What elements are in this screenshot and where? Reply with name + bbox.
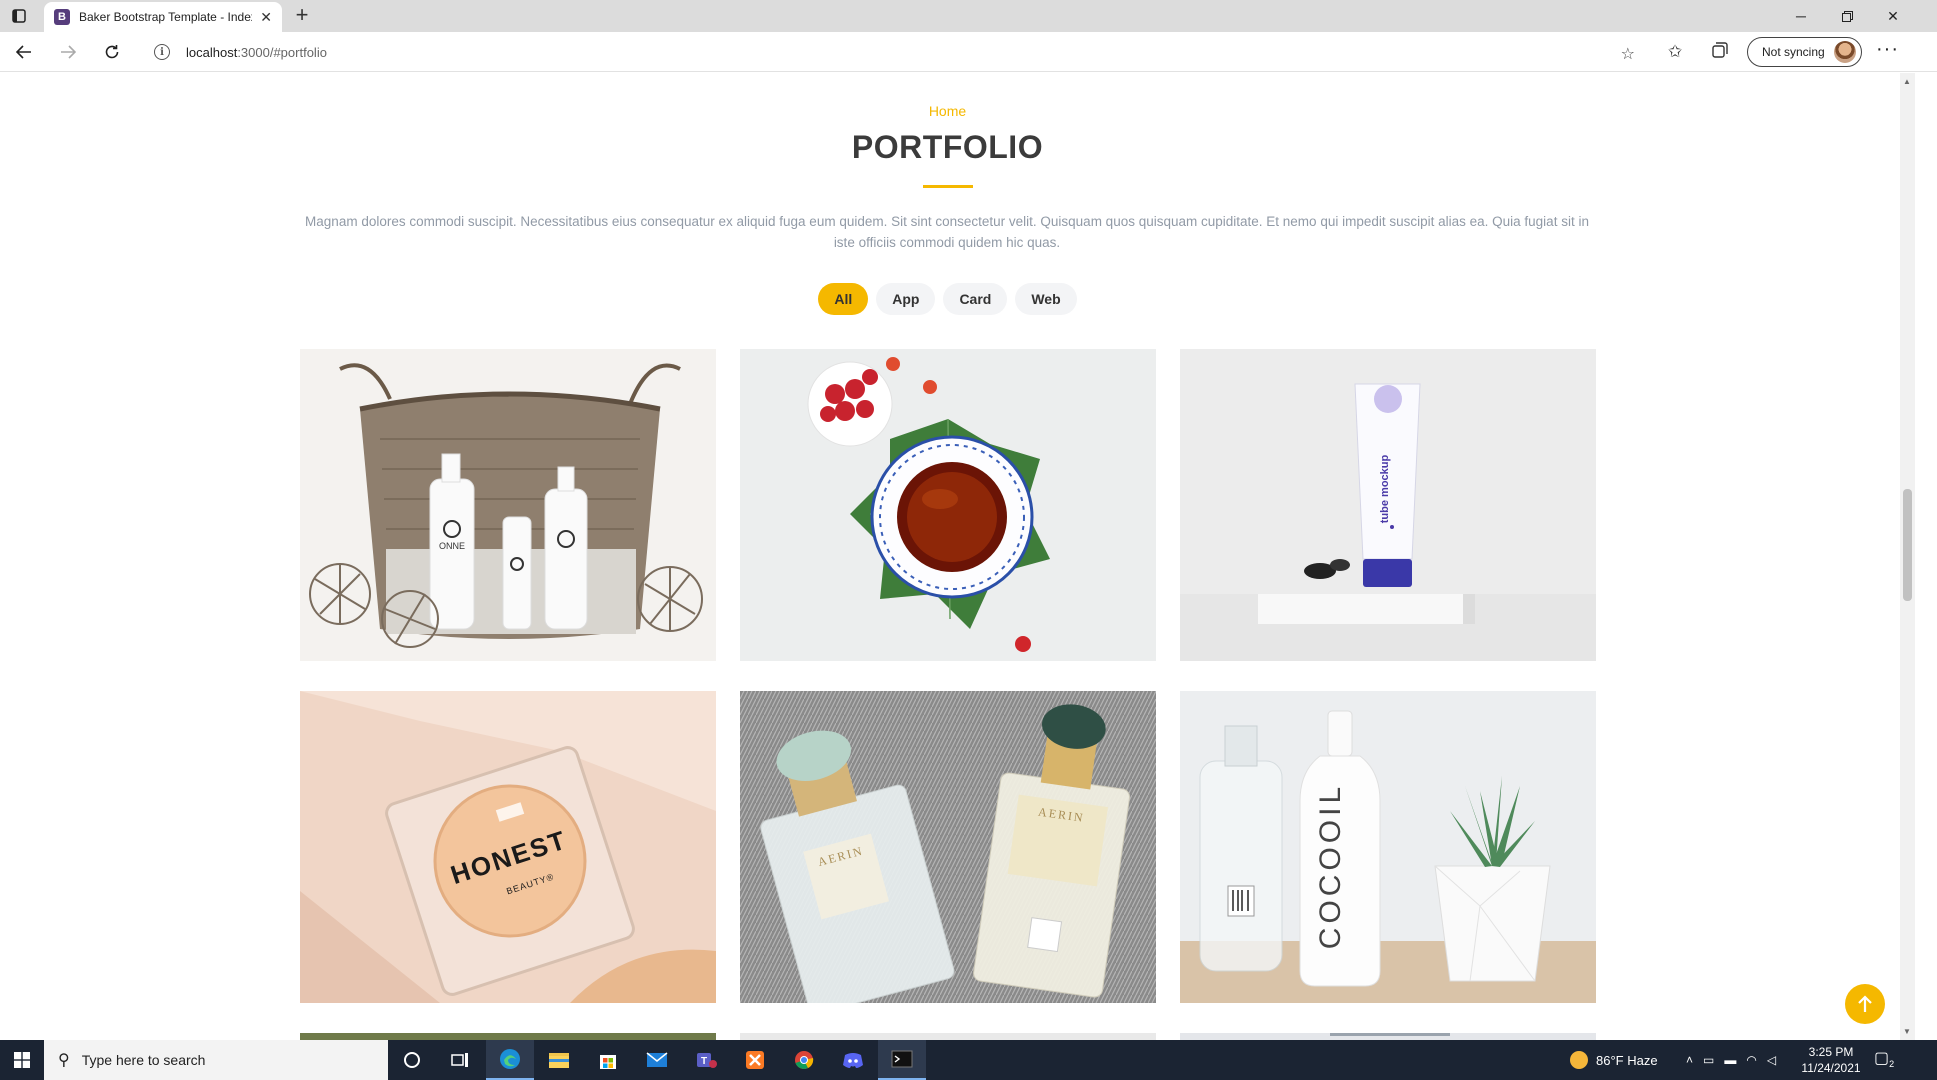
clock-date: 11/24/2021 xyxy=(1801,1061,1861,1075)
taskbar-search[interactable]: ⚲ Type here to search xyxy=(44,1040,388,1080)
meet-now-icon[interactable]: ▭ xyxy=(1703,1053,1714,1067)
notification-count: 2 xyxy=(1889,1059,1895,1070)
cortana-icon[interactable] xyxy=(388,1040,436,1080)
terminal-icon[interactable] xyxy=(878,1040,926,1080)
system-tray: ˄ ▭ ▬ ◠ ◁ xyxy=(1686,1040,1776,1080)
back-to-top-button[interactable] xyxy=(1845,984,1885,1024)
collections-icon[interactable] xyxy=(1712,42,1728,63)
portfolio-item-honest[interactable]: HONEST BEAUTY® xyxy=(300,691,716,1003)
tab-strip: B Baker Bootstrap Template - Index ✕ + ─… xyxy=(0,0,1937,32)
edge-app-icon[interactable] xyxy=(486,1040,534,1080)
clock-time: 3:25 PM xyxy=(1808,1045,1854,1059)
title-underline xyxy=(923,185,973,188)
portfolio-item-tube[interactable]: tube mockup xyxy=(1180,349,1596,661)
basket-image: ONNE xyxy=(300,349,716,661)
filter-all[interactable]: All xyxy=(818,283,869,315)
more-options-icon[interactable]: ··· xyxy=(1876,38,1899,61)
portfolio-filters: All App Card Web xyxy=(0,283,1895,315)
filter-web[interactable]: Web xyxy=(1015,283,1077,315)
start-button[interactable] xyxy=(0,1040,44,1080)
add-favorite-icon[interactable]: ☆ xyxy=(1621,44,1635,64)
back-button[interactable] xyxy=(10,39,38,65)
search-placeholder: Type here to search xyxy=(81,1052,206,1068)
teams-icon[interactable]: T xyxy=(682,1040,730,1080)
notification-center-icon[interactable]: ▢2 xyxy=(1874,1048,1894,1069)
windows-logo-icon xyxy=(14,1052,30,1068)
tab-title: Baker Bootstrap Template - Index xyxy=(79,10,253,24)
profile-sync-button[interactable]: Not syncing xyxy=(1747,37,1862,67)
page-scrollbar[interactable]: ▲ ▼ xyxy=(1900,73,1915,1040)
close-window-button[interactable]: ✕ xyxy=(1871,0,1915,32)
new-tab-button[interactable]: + xyxy=(290,4,314,28)
breadcrumb[interactable]: Home xyxy=(0,103,1895,119)
arrow-up-icon xyxy=(1858,995,1872,1012)
page-viewport: Home PORTFOLIO Magnam dolores commodi su… xyxy=(0,73,1900,1040)
forward-button[interactable] xyxy=(54,39,82,65)
battery-icon[interactable]: ▬ xyxy=(1724,1053,1736,1067)
cocooil-image: COCOOIL xyxy=(1180,691,1596,1003)
address-bar[interactable]: i localhost:3000/#portfolio ☆ xyxy=(142,36,1647,68)
portfolio-item-basket[interactable]: ONNE xyxy=(300,349,716,661)
section-description: Magnam dolores commodi suscipit. Necessi… xyxy=(305,214,1589,250)
svg-text:COCOOIL: COCOOIL xyxy=(1314,783,1347,949)
sync-label: Not syncing xyxy=(1762,45,1825,59)
weather-widget[interactable]: 86°F Haze xyxy=(1570,1040,1658,1080)
portfolio-item-partial[interactable] xyxy=(740,1033,1156,1040)
portfolio-item-partial[interactable] xyxy=(1180,1033,1596,1040)
tea-cup-image xyxy=(740,349,1156,661)
restore-button[interactable] xyxy=(1825,0,1869,32)
site-info-icon[interactable]: i xyxy=(154,44,170,60)
portfolio-item-partial[interactable] xyxy=(300,1033,716,1040)
favorites-icon[interactable]: ✩ xyxy=(1668,42,1682,62)
filter-app[interactable]: App xyxy=(876,283,936,315)
aerin-perfume-image: AERIN AERIN xyxy=(740,691,1156,1003)
svg-text:ONNE: ONNE xyxy=(439,541,465,551)
scroll-up-arrow-icon[interactable]: ▲ xyxy=(1903,77,1911,86)
portfolio-item-aerin[interactable]: AERIN AERIN xyxy=(740,691,1156,1003)
page-title: PORTFOLIO xyxy=(851,129,1044,165)
scroll-down-arrow-icon[interactable]: ▼ xyxy=(1903,1027,1911,1036)
minimize-button[interactable]: ─ xyxy=(1779,0,1823,32)
taskbar-clock[interactable]: 3:25 PM 11/24/2021 xyxy=(1796,1044,1866,1076)
store-icon[interactable] xyxy=(584,1040,632,1080)
svg-text:T: T xyxy=(701,1056,707,1067)
task-view-icon[interactable] xyxy=(436,1040,484,1080)
browser-tab[interactable]: B Baker Bootstrap Template - Index ✕ xyxy=(44,2,282,32)
file-explorer-icon[interactable] xyxy=(535,1040,583,1080)
weather-text: 86°F Haze xyxy=(1596,1052,1658,1068)
weather-haze-icon xyxy=(1570,1051,1588,1069)
honest-beauty-image: HONEST BEAUTY® xyxy=(300,691,716,1003)
show-hidden-icons-icon[interactable]: ˄ xyxy=(1686,1053,1693,1067)
avatar xyxy=(1834,41,1856,63)
browser-toolbar: i localhost:3000/#portfolio ☆ ✩ Not sync… xyxy=(0,32,1937,72)
url-text: localhost:3000/#portfolio xyxy=(186,44,327,60)
wifi-icon[interactable]: ◠ xyxy=(1746,1053,1756,1067)
portfolio-item-cocooil[interactable]: COCOOIL xyxy=(1180,691,1596,1003)
windows-taskbar: ⚲ Type here to search T 86°F Haze ˄ ▭ ▬ … xyxy=(0,1040,1937,1080)
portfolio-item-tea[interactable] xyxy=(740,349,1156,661)
search-icon: ⚲ xyxy=(58,1052,70,1069)
refresh-button[interactable] xyxy=(98,39,126,65)
tube-mockup-image: tube mockup xyxy=(1180,349,1596,661)
xampp-icon[interactable] xyxy=(731,1040,779,1080)
scrollbar-thumb[interactable] xyxy=(1903,489,1912,601)
filter-card[interactable]: Card xyxy=(943,283,1008,315)
close-tab-icon[interactable]: ✕ xyxy=(260,9,272,26)
bootstrap-favicon-icon: B xyxy=(54,9,70,25)
volume-icon[interactable]: ◁ xyxy=(1767,1053,1776,1067)
svg-text:tube mockup: tube mockup xyxy=(1379,454,1391,523)
tab-actions-icon[interactable] xyxy=(8,6,30,26)
discord-icon[interactable] xyxy=(829,1040,877,1080)
window-edge xyxy=(1915,73,1937,1040)
mail-icon[interactable] xyxy=(633,1040,681,1080)
chrome-icon[interactable] xyxy=(780,1040,828,1080)
